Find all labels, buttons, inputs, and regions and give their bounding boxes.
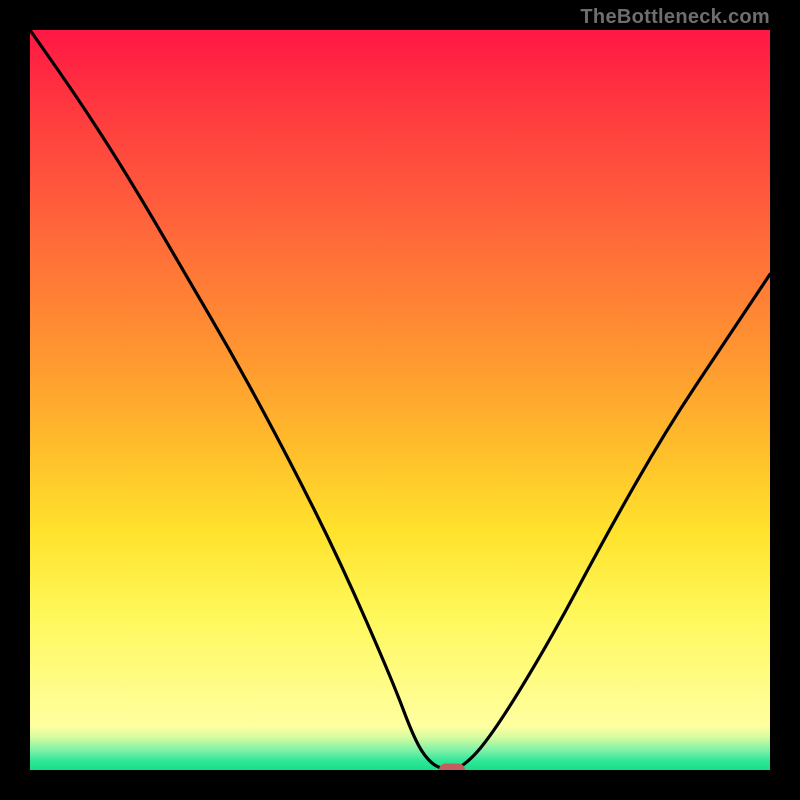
bottleneck-curve — [30, 30, 770, 770]
curve-path — [30, 30, 770, 770]
watermark-text: TheBottleneck.com — [580, 6, 770, 29]
plot-area — [30, 30, 770, 770]
optimal-marker — [439, 764, 465, 771]
chart-frame: TheBottleneck.com — [0, 0, 800, 800]
